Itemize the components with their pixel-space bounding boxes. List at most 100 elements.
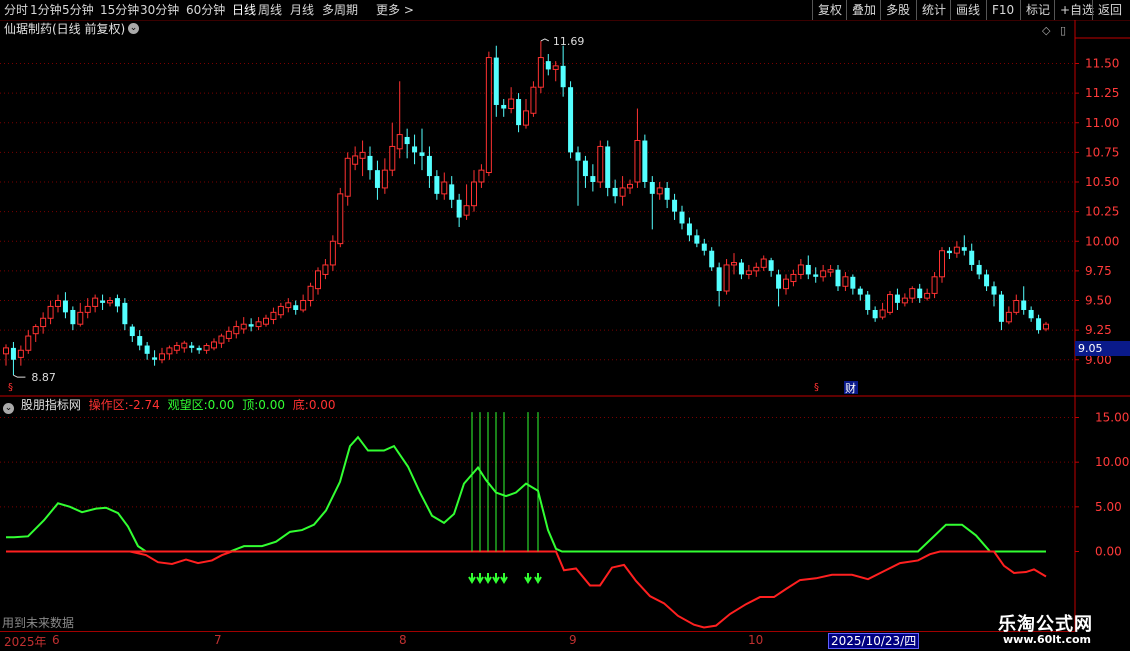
month-label: 7 xyxy=(214,633,222,647)
date-axis: 2025年 6 7 8 9 10 2025/10/23/四 xyxy=(0,631,1075,651)
toolbar-right-item-8[interactable]: 返回 xyxy=(1092,0,1122,20)
candle-body xyxy=(456,199,462,218)
current-price-tag: 9.05 xyxy=(1075,341,1130,356)
toolbar-right-item-2[interactable]: 多股 xyxy=(880,0,910,20)
year-label: 2025年 xyxy=(4,635,47,649)
candle-body xyxy=(1013,300,1020,313)
toolbar-item-8[interactable]: 月线 xyxy=(290,0,314,20)
toolbar-right-item-3[interactable]: 统计 xyxy=(916,0,946,20)
toolbar-item-6[interactable]: 日线 xyxy=(232,0,256,20)
toolbar-item-1[interactable]: 1分钟 xyxy=(30,0,62,20)
toolbar-right-item-0[interactable]: 复权 xyxy=(812,0,842,20)
candle-body xyxy=(939,250,945,278)
indicator-name: 股朋指标网 xyxy=(20,398,81,412)
toolbar-item-0[interactable]: 分时 xyxy=(4,0,28,20)
toolbar-right-item-5[interactable]: F10 xyxy=(986,0,1014,20)
candle-body xyxy=(419,152,425,156)
candle-body xyxy=(694,235,700,244)
candle-body xyxy=(827,269,834,273)
candle-body xyxy=(329,240,336,266)
candle-body xyxy=(17,349,24,358)
candle-body xyxy=(560,65,566,88)
candle-body xyxy=(716,267,722,292)
cursor-date: 2025/10/23/四 xyxy=(828,633,920,649)
down-arrow-icon xyxy=(492,573,500,584)
down-arrow-icon xyxy=(476,573,484,584)
candle-body xyxy=(961,247,967,251)
candle-body xyxy=(857,288,863,295)
candle-body xyxy=(381,169,388,189)
candle-body xyxy=(797,264,804,275)
candlestick-series xyxy=(3,40,1049,376)
toolbar-item-2[interactable]: 5分钟 xyxy=(62,0,94,20)
candle-body xyxy=(776,274,782,289)
price-tick-label: 11.25 xyxy=(1085,86,1119,100)
candle-body xyxy=(679,211,685,224)
candle-body xyxy=(485,57,492,174)
down-arrow-icon xyxy=(484,573,492,584)
main-chart-grid xyxy=(0,63,1075,361)
chevron-down-icon[interactable]: ⌄ xyxy=(3,403,14,414)
candle-body xyxy=(627,183,633,189)
watermark-url: www.60lt.com xyxy=(1003,633,1092,646)
candle-body xyxy=(359,151,366,159)
candle-body xyxy=(62,300,68,313)
indicator-axis: 15.00 10.00 5.00 0.00 xyxy=(1075,411,1129,559)
candle-body xyxy=(924,292,931,299)
toolbar-item-4[interactable]: 30分钟 xyxy=(140,0,179,20)
candle-body xyxy=(946,250,952,254)
candle-body xyxy=(850,276,856,289)
candle-body xyxy=(352,155,359,165)
candle-body xyxy=(285,302,292,309)
candle-body xyxy=(672,199,678,212)
high-price-label: 11.69 xyxy=(553,35,585,48)
candle-body xyxy=(196,347,202,351)
toolbar-item-9[interactable]: 多周期 xyxy=(322,0,358,20)
toolbar-right-item-1[interactable]: 叠加 xyxy=(846,0,876,20)
candle-body xyxy=(976,264,982,275)
toolbar-item-10[interactable]: 更多 > xyxy=(376,0,414,20)
candle-body xyxy=(537,57,544,88)
chart-canvas[interactable]: 11.50 11.25 11.00 10.75 10.50 10.25 10.00 9.75 9… xyxy=(0,20,1130,650)
candle-body xyxy=(55,300,61,307)
indicator-header: ⌄ 股朋指标网 操作区:-2.74 观望区:0.00 顶:0.00 底:0.00 xyxy=(0,397,340,414)
future-data-note: 用到未来数据 xyxy=(2,616,75,630)
toolbar-item-3[interactable]: 15分钟 xyxy=(100,0,139,20)
candle-body xyxy=(263,317,269,325)
candle-body xyxy=(686,223,692,236)
candle-body xyxy=(315,270,321,290)
candle-body xyxy=(189,345,195,348)
candle-body xyxy=(953,246,960,254)
candle-body xyxy=(865,294,871,310)
candle-body xyxy=(664,187,670,200)
toolbar-item-7[interactable]: 周线 xyxy=(258,0,282,20)
low-price-label: 8.87 xyxy=(31,371,56,384)
toolbar-item-5[interactable]: 60分钟 xyxy=(186,0,225,20)
candle-body xyxy=(92,297,99,307)
candle-body xyxy=(530,86,537,114)
candle-body xyxy=(211,341,217,349)
candle-body xyxy=(144,345,150,354)
candle-body xyxy=(879,309,886,318)
candle-body xyxy=(887,294,893,313)
candle-body xyxy=(344,157,351,197)
candle-body xyxy=(10,347,16,360)
indicator-lines xyxy=(6,412,1047,629)
toolbar-right-item-6[interactable]: 标记 xyxy=(1020,0,1050,20)
candle-body xyxy=(894,294,900,303)
price-tick-label: 9.50 xyxy=(1085,294,1112,308)
top-value: 0.00 xyxy=(258,398,285,412)
candle-body xyxy=(738,262,744,275)
price-tick-label: 9.25 xyxy=(1085,323,1112,337)
candle-body xyxy=(552,65,559,70)
candle-body xyxy=(40,317,47,328)
toolbar-right-item-7[interactable]: +自选 xyxy=(1054,0,1094,20)
candle-body xyxy=(984,274,990,287)
toolbar-right-item-4[interactable]: 画线 xyxy=(950,0,980,20)
price-tick-label: 9.75 xyxy=(1085,264,1112,278)
candle-body xyxy=(842,276,849,287)
candle-body xyxy=(277,305,284,316)
candle-body xyxy=(70,309,76,325)
candle-body xyxy=(84,305,91,313)
event-mark: § xyxy=(814,382,819,393)
